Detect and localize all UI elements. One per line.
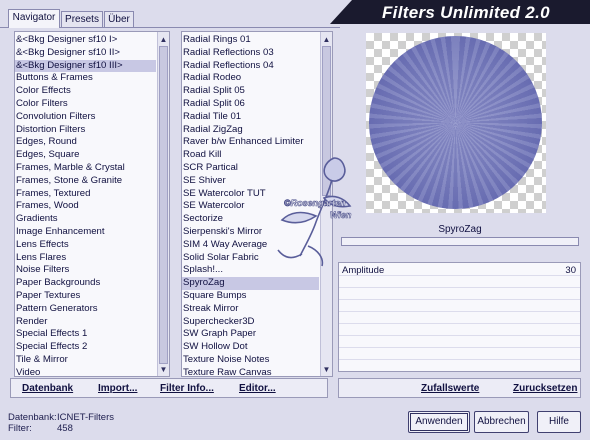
- current-filter-name: SpyroZag: [438, 224, 482, 235]
- category-item[interactable]: Distortion Filters: [15, 124, 156, 137]
- category-item[interactable]: Render: [15, 316, 156, 329]
- param-row-empty: [339, 276, 580, 288]
- category-item[interactable]: Buttons & Frames: [15, 72, 156, 85]
- category-item[interactable]: Paper Backgrounds: [15, 277, 156, 290]
- category-scrollbar[interactable]: ▲ ▼: [157, 32, 169, 376]
- category-item[interactable]: Paper Textures: [15, 290, 156, 303]
- preview-canvas: [366, 33, 546, 213]
- param-row-empty: [339, 348, 580, 360]
- editor-link[interactable]: Editor...: [239, 383, 276, 394]
- filter-item[interactable]: Square Bumps: [182, 290, 319, 303]
- category-item[interactable]: Lens Effects: [15, 239, 156, 252]
- scroll-down-arrow-icon[interactable]: ▼: [158, 364, 169, 375]
- filter-item[interactable]: Radial Split 05: [182, 85, 319, 98]
- category-item[interactable]: Frames, Wood: [15, 200, 156, 213]
- category-item[interactable]: Color Effects: [15, 85, 156, 98]
- filter-item[interactable]: SW Graph Paper: [182, 328, 319, 341]
- category-item[interactable]: Special Effects 2: [15, 341, 156, 354]
- category-item[interactable]: Noise Filters: [15, 264, 156, 277]
- category-item[interactable]: Frames, Textured: [15, 188, 156, 201]
- category-list[interactable]: &<Bkg Designer sf10 I> &<Bkg Designer sf1…: [14, 31, 170, 377]
- filter-count-value: 458: [57, 423, 73, 434]
- rosengarten-watermark: ©Rosengarten Wien: [272, 150, 382, 270]
- parameter-panel[interactable]: Amplitude 30: [338, 262, 581, 372]
- help-button[interactable]: Hilfe: [537, 411, 581, 433]
- filter-item[interactable]: SpyroZag: [182, 277, 319, 290]
- category-item[interactable]: Convolution Filters: [15, 111, 156, 124]
- tab-navigator[interactable]: Navigator: [8, 9, 60, 28]
- randomize-link[interactable]: Zufallswerte: [421, 383, 479, 394]
- app-title: Filters Unlimited 2.0: [382, 3, 550, 22]
- category-item[interactable]: &<Bkg Designer sf10 III>: [15, 59, 156, 73]
- filter-item[interactable]: Radial Rings 01: [182, 34, 319, 47]
- preview-rays: [369, 36, 542, 209]
- category-item[interactable]: &<Bkg Designer sf10 I>: [15, 34, 156, 47]
- param-row-empty: [339, 288, 580, 300]
- param-row-empty: [339, 312, 580, 324]
- filter-item[interactable]: Texture Noise Notes: [182, 354, 319, 367]
- category-scroll-thumb[interactable]: [159, 46, 168, 364]
- scroll-up-arrow-icon[interactable]: ▲: [321, 34, 332, 45]
- reset-link[interactable]: Zurucksetzen: [513, 383, 577, 394]
- filter-item[interactable]: Texture Raw Canvas: [182, 367, 319, 376]
- param-row-amplitude[interactable]: Amplitude 30: [339, 264, 580, 276]
- param-label: Amplitude: [342, 265, 385, 276]
- tab-presets[interactable]: Presets: [61, 11, 103, 27]
- category-item[interactable]: Video: [15, 367, 156, 376]
- category-item[interactable]: Frames, Stone & Granite: [15, 175, 156, 188]
- database-value: ICNET-Filters: [57, 412, 114, 423]
- category-item[interactable]: Edges, Square: [15, 149, 156, 162]
- category-item[interactable]: Tile & Mirror: [15, 354, 156, 367]
- filter-progress-bar: [341, 237, 579, 246]
- preview-disc: [369, 36, 542, 209]
- category-item[interactable]: &<Bkg Designer sf10 II>: [15, 47, 156, 60]
- database-label: Datenbank:: [8, 412, 57, 423]
- filter-item[interactable]: Streak Mirror: [182, 303, 319, 316]
- filter-item[interactable]: Radial Reflections 04: [182, 60, 319, 73]
- filter-count-label: Filter:: [8, 423, 32, 434]
- filter-info-link[interactable]: Filter Info...: [160, 383, 214, 394]
- category-item[interactable]: Lens Flares: [15, 252, 156, 265]
- category-item[interactable]: Pattern Generators: [15, 303, 156, 316]
- param-value[interactable]: 30: [565, 265, 576, 276]
- category-item[interactable]: Special Effects 1: [15, 328, 156, 341]
- datenbank-link[interactable]: Datenbank: [22, 383, 73, 394]
- filter-item[interactable]: Radial Tile 01: [182, 111, 319, 124]
- scroll-up-arrow-icon[interactable]: ▲: [158, 34, 169, 45]
- filter-item[interactable]: Radial ZigZag: [182, 124, 319, 137]
- category-item[interactable]: Gradients: [15, 213, 156, 226]
- watermark-line2: Wien: [330, 210, 352, 221]
- category-item[interactable]: Color Filters: [15, 98, 156, 111]
- apply-button[interactable]: Anwenden: [408, 411, 470, 433]
- tab-ueber[interactable]: Über: [104, 11, 134, 27]
- filter-item[interactable]: Radial Rodeo: [182, 72, 319, 85]
- category-item[interactable]: Frames, Marble & Crystal: [15, 162, 156, 175]
- filter-item[interactable]: Superchecker3D: [182, 316, 319, 329]
- category-item[interactable]: Image Enhancement: [15, 226, 156, 239]
- category-item[interactable]: Edges, Round: [15, 136, 156, 149]
- import-link[interactable]: Import...: [98, 383, 137, 394]
- filter-item[interactable]: Radial Reflections 03: [182, 47, 319, 60]
- param-row-empty: [339, 336, 580, 348]
- watermark-line1: ©Rosengarten: [284, 198, 346, 209]
- cancel-button[interactable]: Abbrechen: [474, 411, 529, 433]
- param-row-empty: [339, 324, 580, 336]
- scroll-down-arrow-icon[interactable]: ▼: [321, 364, 332, 375]
- filter-item[interactable]: Radial Split 06: [182, 98, 319, 111]
- filter-item[interactable]: Raver b/w Enhanced Limiter: [182, 136, 319, 149]
- param-row-empty: [339, 300, 580, 312]
- filter-item[interactable]: SW Hollow Dot: [182, 341, 319, 354]
